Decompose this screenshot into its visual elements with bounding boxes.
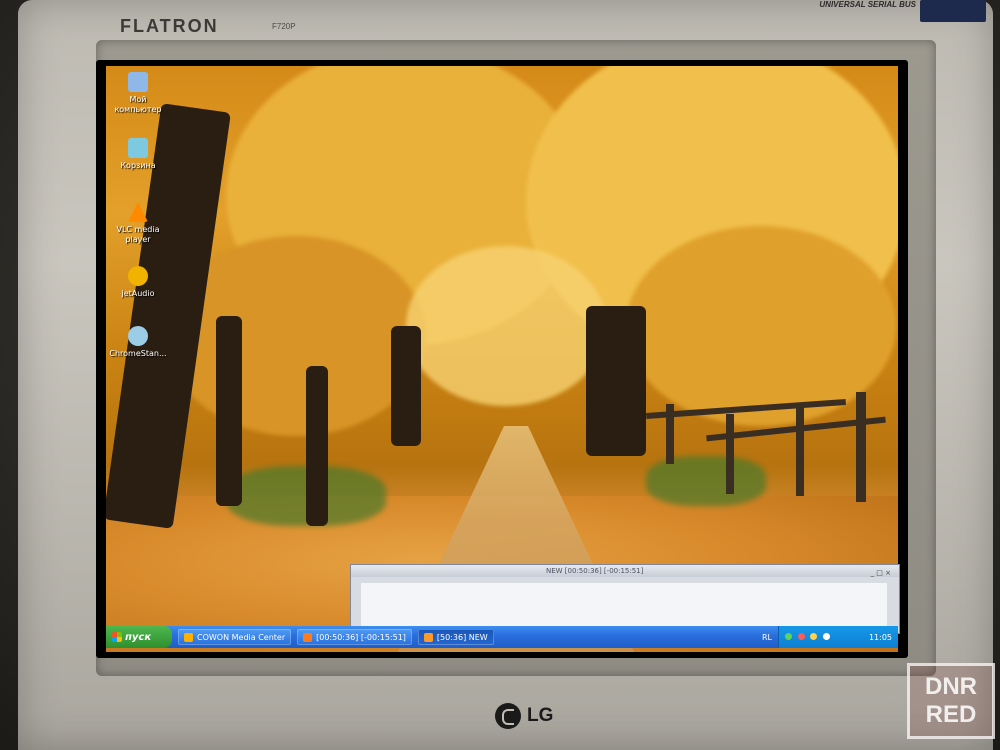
watermark-logo: DNR RED [907, 663, 995, 739]
desktop-icon-label: jetAudio [121, 289, 155, 298]
media-window-title: NEW [00:50:36] [-00:15:51] [546, 567, 644, 575]
monitor-brand: FLATRON [120, 16, 219, 36]
task-label: [50:36] NEW [436, 632, 488, 642]
tray-icons[interactable] [785, 632, 833, 642]
watermark-line1: DNR [925, 673, 977, 700]
tray-network-icon[interactable] [785, 632, 792, 640]
desktop-icon-jetaudio[interactable]: jetAudio [106, 266, 170, 299]
usb-logo-icon [920, 0, 986, 22]
start-label: пуск [125, 631, 152, 643]
tree-trunk [306, 366, 328, 526]
taskbar-item-new[interactable]: [50:36] NEW [417, 629, 494, 645]
monitor-model: F720P [272, 22, 296, 31]
fence-post [796, 406, 804, 496]
tree-trunk [586, 306, 646, 456]
tree-trunk [391, 326, 421, 446]
player-icon [303, 632, 313, 642]
computer-icon [128, 72, 148, 92]
lg-face-icon [495, 703, 521, 729]
cowon-icon [184, 632, 193, 642]
media-window-titlebar[interactable]: NEW [00:50:36] [-00:15:51] _ □ × [351, 565, 899, 577]
player-icon [423, 632, 433, 642]
recycle-bin-icon [128, 138, 148, 158]
lg-logo-text: LG [527, 705, 554, 726]
taskbar-item-cowon[interactable]: COWON Media Center [178, 629, 292, 645]
tree-trunk [216, 316, 242, 506]
windows-flag-icon [112, 632, 122, 642]
fence-post [726, 414, 734, 494]
vlc-cone-icon [128, 202, 148, 222]
language-indicator[interactable]: RL [762, 633, 772, 642]
tray-volume-icon[interactable] [822, 632, 830, 640]
desktop-icon-label: ChromeStan... [109, 349, 167, 358]
desktop-icon-vlc[interactable]: VLC media player [106, 202, 170, 245]
tray-clock[interactable]: 11:05 [869, 633, 892, 642]
fence-post [856, 392, 866, 502]
desktop-icon-label: VLC media player [116, 225, 160, 244]
chrome-icon [128, 326, 148, 346]
start-button[interactable]: пуск [106, 626, 172, 648]
window-controls[interactable]: _ □ × [871, 567, 891, 579]
jetaudio-icon [128, 266, 148, 286]
desktop-icon-chromestandalone[interactable]: ChromeStan... [106, 326, 170, 359]
desktop-icon-my-computer[interactable]: Мой компьютер [106, 72, 170, 115]
task-label: COWON Media Center [197, 632, 286, 642]
canopy-bright-center [406, 246, 606, 406]
lg-logo: LG [495, 703, 553, 729]
media-video-area[interactable] [361, 583, 887, 627]
desktop-icon-recycle-bin[interactable]: Корзина [106, 138, 170, 171]
usb-badge: UNIVERSAL SERIAL BUS [819, 0, 916, 9]
system-tray: 11:05 [778, 626, 898, 648]
media-player-window[interactable]: NEW [00:50:36] [-00:15:51] _ □ × [350, 564, 900, 634]
fence-post [666, 404, 674, 464]
taskbar: пуск COWON Media Center [00:50:36] [-00:… [106, 626, 898, 648]
task-label: [00:50:36] [-00:15:51] [316, 632, 406, 642]
photo: FLATRON F720P UNIVERSAL SERIAL BUS LG Мо… [0, 0, 1000, 750]
grass-right [646, 456, 766, 506]
monitor-screen: Мой компьютер Корзина VLC media player j… [96, 60, 908, 658]
taskbar-item-player-time[interactable]: [00:50:36] [-00:15:51] [297, 629, 412, 645]
tray-app-icon[interactable] [810, 632, 818, 640]
watermark-line2: RED [925, 701, 977, 728]
desktop-icon-label: Корзина [120, 161, 156, 170]
tray-app-icon[interactable] [797, 632, 805, 640]
desktop-icon-label: Мой компьютер [114, 95, 162, 114]
